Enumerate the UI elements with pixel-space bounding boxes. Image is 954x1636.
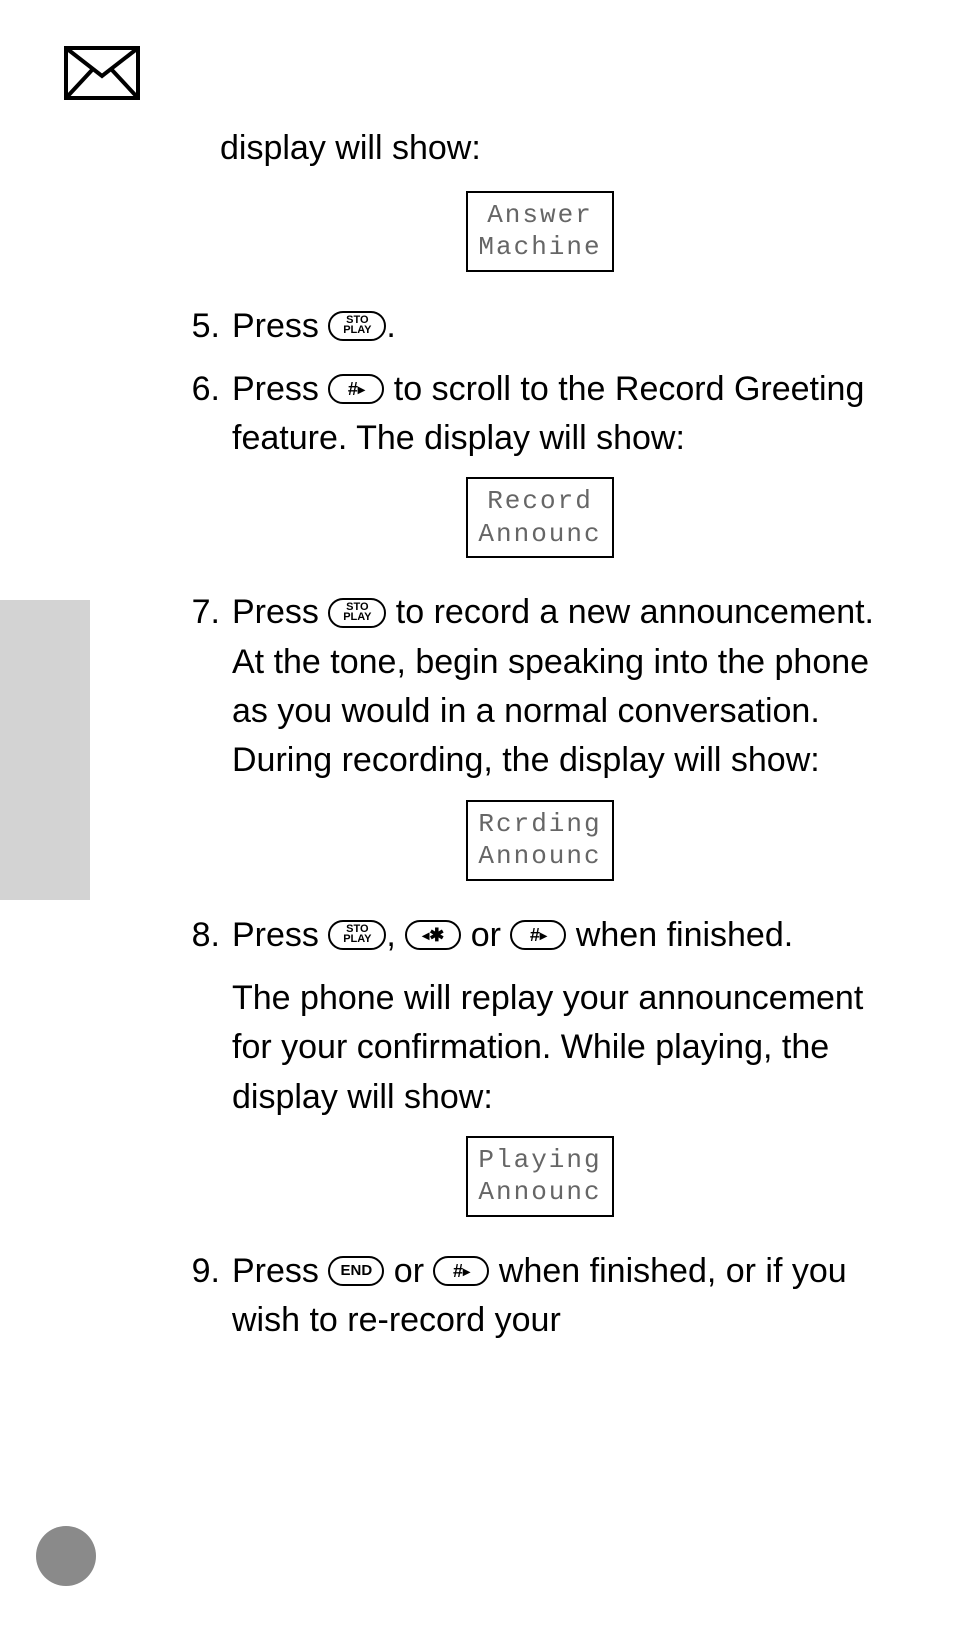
lcd-line: Rcrding bbox=[478, 808, 602, 841]
lcd-display-rcrding-announc: Rcrding Announc bbox=[466, 800, 614, 881]
step-body: Press # to scroll to the Record Greeting… bbox=[232, 365, 900, 464]
sto-play-key-icon: STOPLAY bbox=[328, 920, 386, 950]
sto-play-key-icon: STOPLAY bbox=[328, 598, 386, 628]
step-number: 9. bbox=[180, 1247, 220, 1346]
hash-right-key-icon: # bbox=[328, 374, 384, 404]
end-key-icon: END bbox=[328, 1256, 384, 1286]
sto-play-key-icon: STOPLAY bbox=[328, 311, 386, 341]
step-body: Press STOPLAY to record a new announceme… bbox=[232, 588, 900, 785]
lcd-display-playing-announc: Playing Announc bbox=[466, 1136, 614, 1217]
step-6: 6. Press # to scroll to the Record Greet… bbox=[180, 365, 900, 464]
step-number: 5. bbox=[180, 302, 220, 351]
hash-right-key-icon: # bbox=[510, 920, 566, 950]
lcd-line: Announc bbox=[478, 518, 602, 551]
step-8: 8. Press STOPLAY, ✱ or # when finished. bbox=[180, 911, 900, 960]
step-body: Press STOPLAY, ✱ or # when finished. bbox=[232, 911, 900, 960]
step-7: 7. Press STOPLAY to record a new announc… bbox=[180, 588, 900, 785]
intro-text: display will show: bbox=[220, 125, 900, 173]
lcd-line: Playing bbox=[478, 1144, 602, 1177]
step-number: 8. bbox=[180, 911, 220, 960]
step-number: 7. bbox=[180, 588, 220, 785]
page-number-dot bbox=[36, 1526, 96, 1586]
lcd-display-record-announc: Record Announc bbox=[466, 477, 614, 558]
lcd-line: Announc bbox=[478, 840, 602, 873]
hash-right-key-icon: # bbox=[433, 1256, 489, 1286]
lcd-line: Answer bbox=[478, 199, 602, 232]
lcd-display-answer-machine: Answer Machine bbox=[466, 191, 614, 272]
lcd-line: Machine bbox=[478, 231, 602, 264]
step-body: Press END or # when finished, or if you … bbox=[232, 1247, 900, 1346]
envelope-icon bbox=[64, 46, 140, 105]
page-content: display will show: Answer Machine 5. Pre… bbox=[180, 125, 900, 1359]
step-8-follow: The phone will replay your announcement … bbox=[232, 974, 900, 1122]
step-body: Press STOPLAY. bbox=[232, 302, 900, 351]
step-5: 5. Press STOPLAY. bbox=[180, 302, 900, 351]
step-number: 6. bbox=[180, 365, 220, 464]
lcd-line: Record bbox=[478, 485, 602, 518]
lcd-line: Announc bbox=[478, 1176, 602, 1209]
star-left-key-icon: ✱ bbox=[405, 920, 461, 950]
step-9: 9. Press END or # when finished, or if y… bbox=[180, 1247, 900, 1346]
side-tab bbox=[0, 600, 90, 900]
